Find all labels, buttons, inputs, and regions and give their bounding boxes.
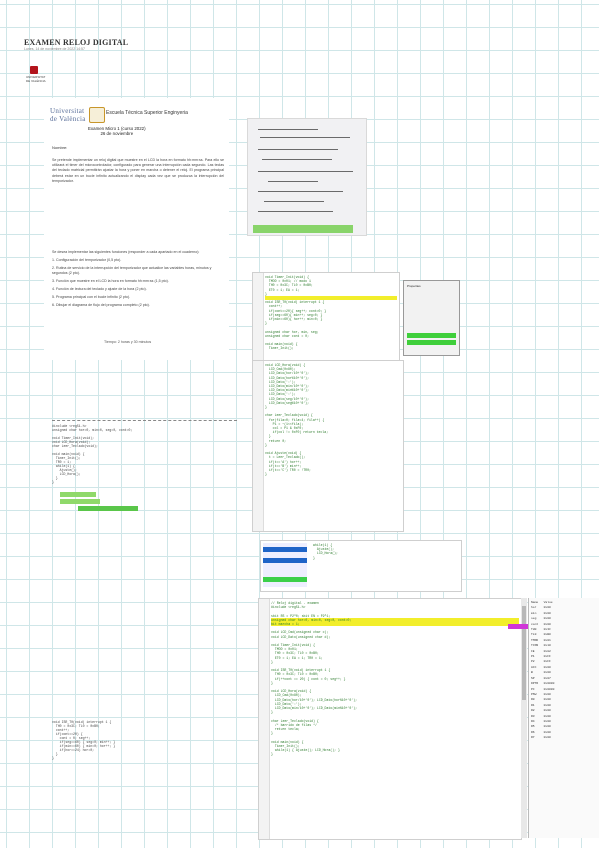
exam-footer: Tiempo: 2 horas y 30 minutos [104,340,152,344]
exam-question-list: Se desea implementar las siguientes func… [52,250,222,311]
list-item: 1. Configuración del temporizador (0,5 p… [52,258,122,262]
code-screenshot: void LCD_Hora(void) { LCD_Cmd(0x80); LCD… [252,360,404,532]
variables-panel: Name Value hor 0x00 min 0x00 seg 0x00 co… [528,598,599,838]
nombre-label: Nombre: [52,145,68,150]
shield-icon [89,107,105,123]
handwritten-notes-photo [247,118,367,236]
school-name: Escuela Técnica Superior Enginyeria [106,110,188,116]
logo-caption: UNIVERSITAT DE VALÈNCIA [26,75,46,83]
bottom-code-fragment: void ISR_T0(void) interrupt 1 { TH0 = 0x… [52,720,116,760]
scrollbar-thumb[interactable] [522,606,526,700]
page-title: EXAMEN RELOJ DIGITAL [24,38,129,47]
exam-heading: Examen Micro 1 (curso 2022) 26 de noviem… [88,126,146,136]
dialog-window: Properties [403,280,460,356]
university-name-line2: de València [50,115,86,123]
dialog-button[interactable] [407,340,456,345]
dialog-button[interactable] [407,333,456,338]
code-screenshot: // Reloj digital - examen #include <reg5… [258,598,522,840]
list-item: 4. Función de lectura del teclado y ajus… [52,287,147,292]
code-screenshot: void Timer_Init(void) { TMOD = 0x01; // … [252,272,400,362]
page-timestamp: Lunes, 14 de noviembre de 2022 14:57 [24,47,85,51]
code-screenshot: while(1) { Ajuste(); LCD_Hora(); } [260,540,462,592]
university-name: Universitat [50,107,85,115]
list-intro: Se desea implementar las siguientes func… [52,250,200,254]
exam-heading-line2: 26 de noviembre [100,131,134,136]
exam-sheet [44,98,229,360]
exam-paragraph: Se pretende implementar un reloj digital… [52,158,224,183]
list-item: 6. Dibujar el diagrama de flujo del prog… [52,303,150,308]
list-item: 3. Función que muestre en el LCD la hora… [52,279,169,284]
answer-code-block: #include <reg51.h> unsigned char hor=0, … [52,420,237,630]
university-logo-icon [30,66,38,74]
list-item: 2. Rutina de servicio de la interrupción… [52,266,212,276]
list-item: 5. Programa principal con el bucle infin… [52,295,131,300]
